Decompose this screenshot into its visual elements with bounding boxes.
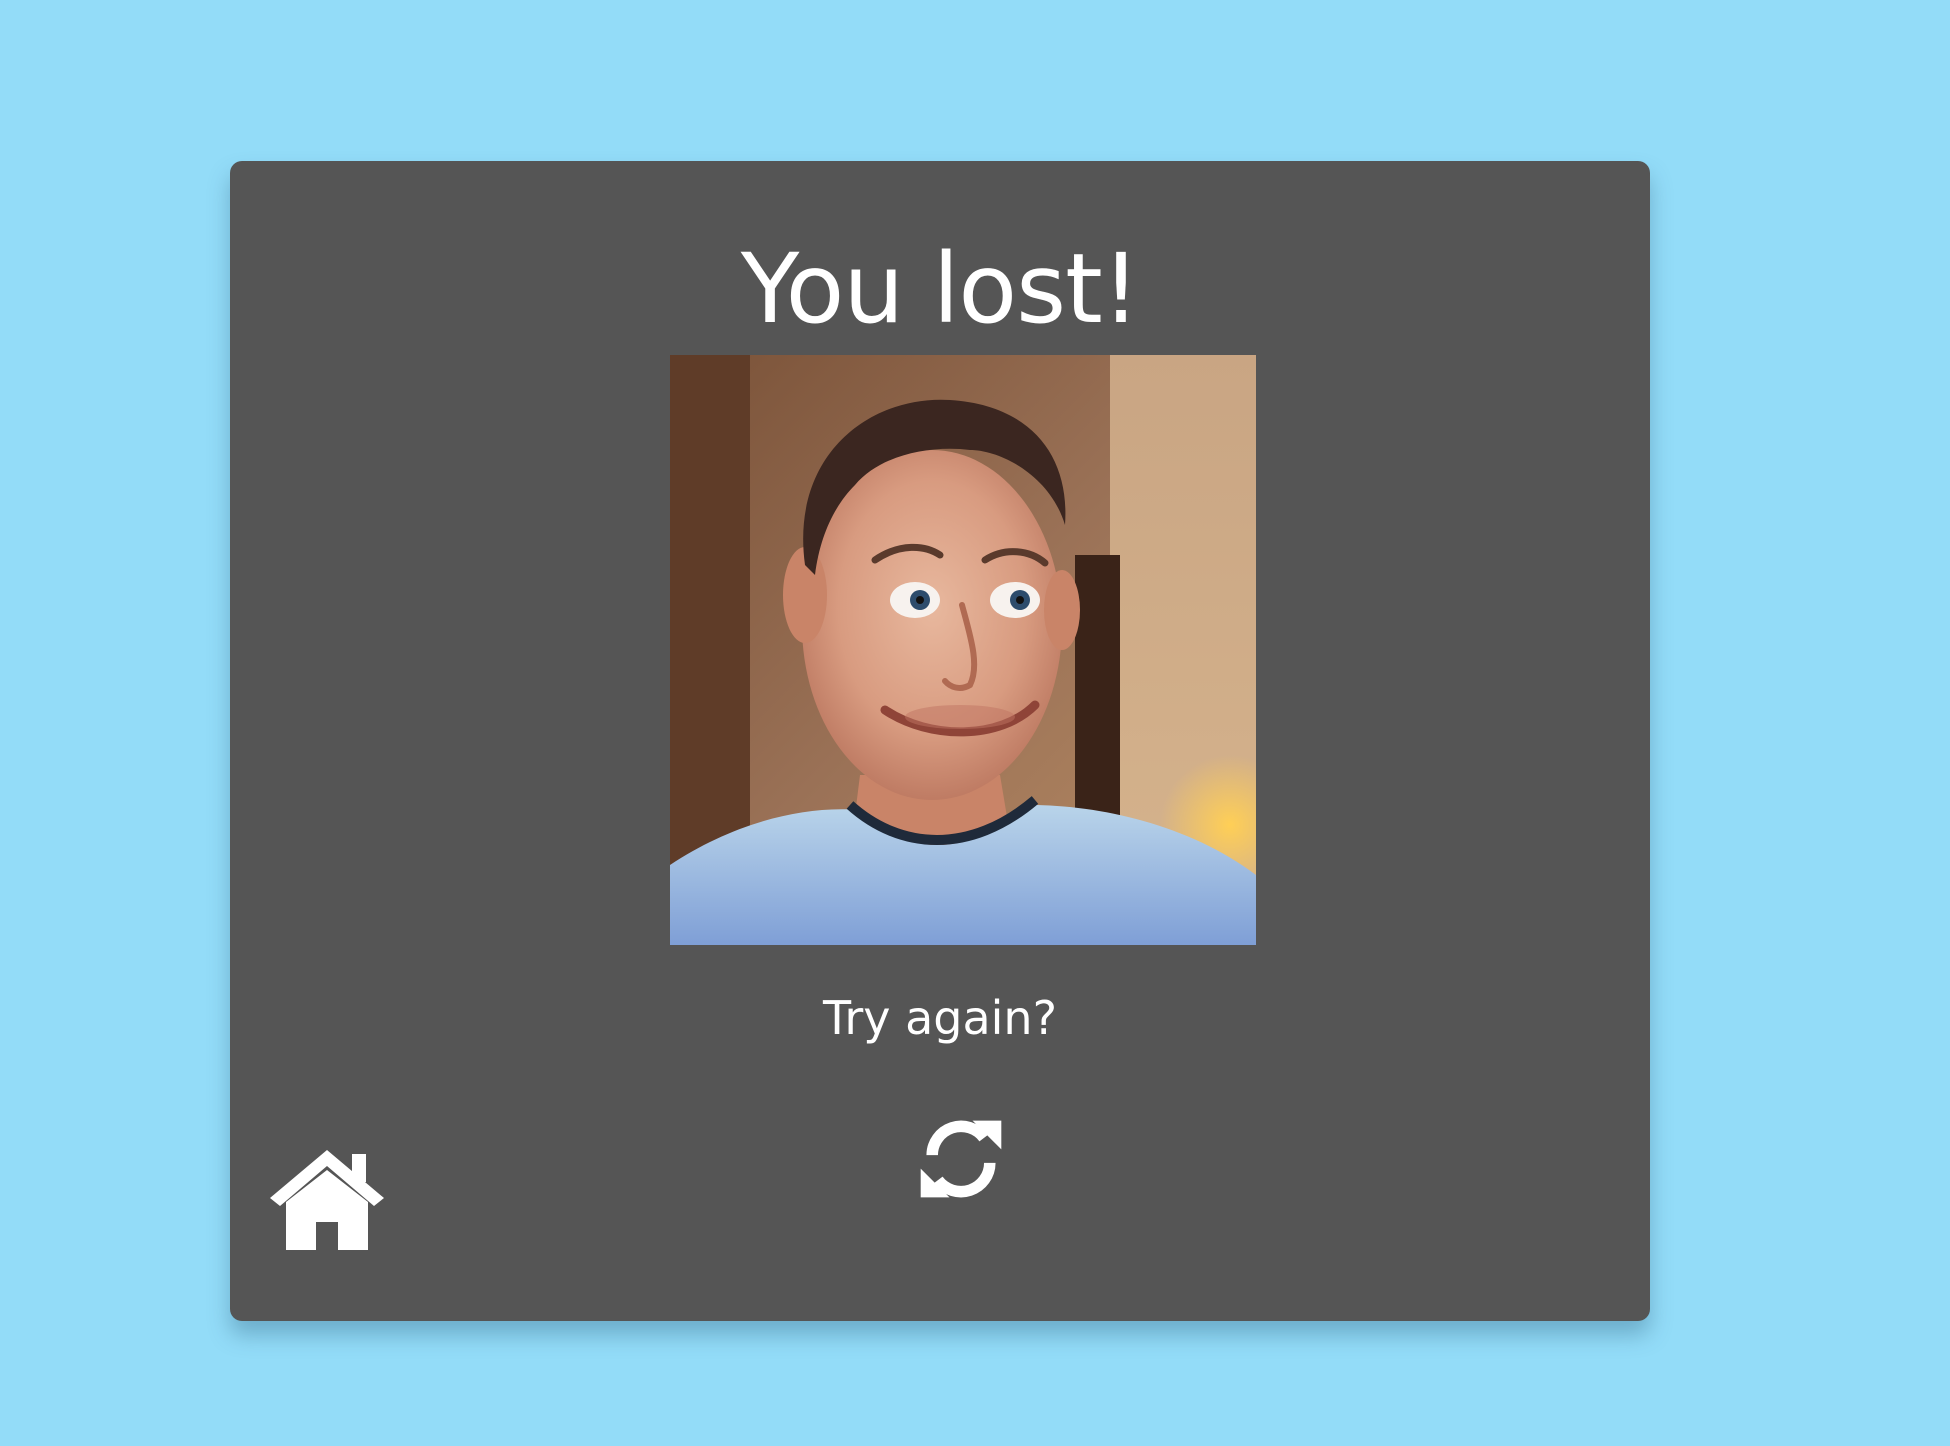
try-again-prompt: Try again?: [822, 991, 1058, 1045]
home-button[interactable]: [268, 1146, 386, 1250]
surprised-face-image: [670, 355, 1256, 945]
result-title: You lost!: [740, 233, 1141, 345]
refresh-icon: [920, 1120, 1002, 1198]
home-icon: [270, 1150, 384, 1250]
reaction-image: [670, 355, 1256, 945]
restart-button[interactable]: [910, 1108, 1012, 1210]
game-over-card: You lost! Try again?: [230, 161, 1650, 1321]
